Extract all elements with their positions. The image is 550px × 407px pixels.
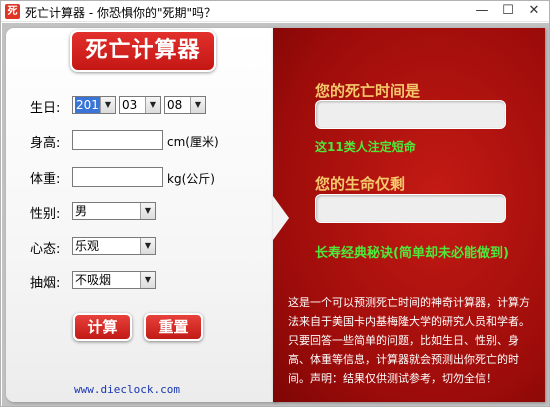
chevron-down-icon: ▼	[140, 203, 155, 219]
height-input[interactable]	[72, 130, 163, 150]
smoking-label: 抽烟:	[30, 276, 61, 291]
smoking-select[interactable]: 不吸烟 ▼	[72, 271, 156, 289]
mood-label: 心态:	[30, 242, 61, 257]
gender-select[interactable]: 男 ▼	[72, 202, 156, 220]
remaining-life-output	[315, 194, 506, 223]
chevron-down-icon: ▼	[190, 97, 205, 113]
mood-value: 乐观	[75, 239, 100, 253]
gender-label: 性别:	[30, 207, 61, 222]
input-panel: 死亡计算器 生日: 2015 ▼ 03 ▼ 08 ▼ 身高: cm(厘米) 体重…	[6, 28, 276, 402]
result-panel: 您的死亡时间是 这11类人注定短命 您的生命仅剩 长寿经典秘诀(简单却未必能做到…	[273, 28, 545, 402]
app-window: 死 死亡计算器 - 你恐惧你的"死期"吗？ — ☐ ✕ 死亡计算器 生日: 20…	[0, 0, 550, 407]
death-time-heading: 您的死亡时间是	[315, 82, 421, 100]
client-area: 死亡计算器 生日: 2015 ▼ 03 ▼ 08 ▼ 身高: cm(厘米) 体重…	[2, 23, 549, 406]
weight-unit: kg(公斤)	[167, 172, 215, 186]
reset-button[interactable]: 重置	[144, 313, 203, 341]
birth-day-select[interactable]: 08 ▼	[164, 96, 206, 114]
minimize-button[interactable]: —	[468, 1, 496, 21]
height-unit: cm(厘米)	[167, 135, 219, 149]
smoking-value: 不吸烟	[75, 273, 112, 287]
title-bar: 死 死亡计算器 - 你恐惧你的"死期"吗？ — ☐ ✕	[1, 1, 549, 22]
birth-day-value: 08	[167, 98, 183, 112]
close-button[interactable]: ✕	[520, 1, 548, 21]
window-title: 死亡计算器 - 你恐惧你的"死期"吗？	[25, 6, 216, 20]
doomed-people-link[interactable]: 这11类人注定短命	[315, 138, 416, 155]
calculate-button[interactable]: 计算	[73, 313, 132, 341]
birth-year-select[interactable]: 2015 ▼	[72, 96, 116, 114]
birth-month-select[interactable]: 03 ▼	[119, 96, 161, 114]
app-icon: 死	[5, 4, 20, 19]
gender-value: 男	[75, 204, 88, 218]
chevron-down-icon: ▼	[145, 97, 160, 113]
website-link[interactable]: www.dieclock.com	[74, 383, 180, 396]
panel-divider-arrow	[273, 196, 289, 240]
height-label: 身高:	[30, 136, 61, 151]
logo-banner: 死亡计算器	[70, 30, 216, 72]
weight-input[interactable]	[72, 167, 163, 187]
weight-label: 体重:	[30, 172, 61, 187]
death-time-output	[315, 100, 506, 129]
birthday-label: 生日:	[30, 101, 61, 116]
remaining-life-heading: 您的生命仅剩	[315, 175, 406, 193]
maximize-button[interactable]: ☐	[494, 1, 522, 21]
birth-month-value: 03	[122, 98, 138, 112]
chevron-down-icon: ▼	[140, 238, 155, 254]
chevron-down-icon: ▼	[100, 97, 115, 113]
description-text: 这是一个可以预测死亡时间的神奇计算器，计算方法来自于美国卡内基梅隆大学的研究人员…	[288, 296, 530, 385]
longevity-tips-link[interactable]: 长寿经典秘诀(简单却未必能做到)	[315, 242, 509, 261]
mood-select[interactable]: 乐观 ▼	[72, 237, 156, 255]
chevron-down-icon: ▼	[140, 272, 155, 288]
